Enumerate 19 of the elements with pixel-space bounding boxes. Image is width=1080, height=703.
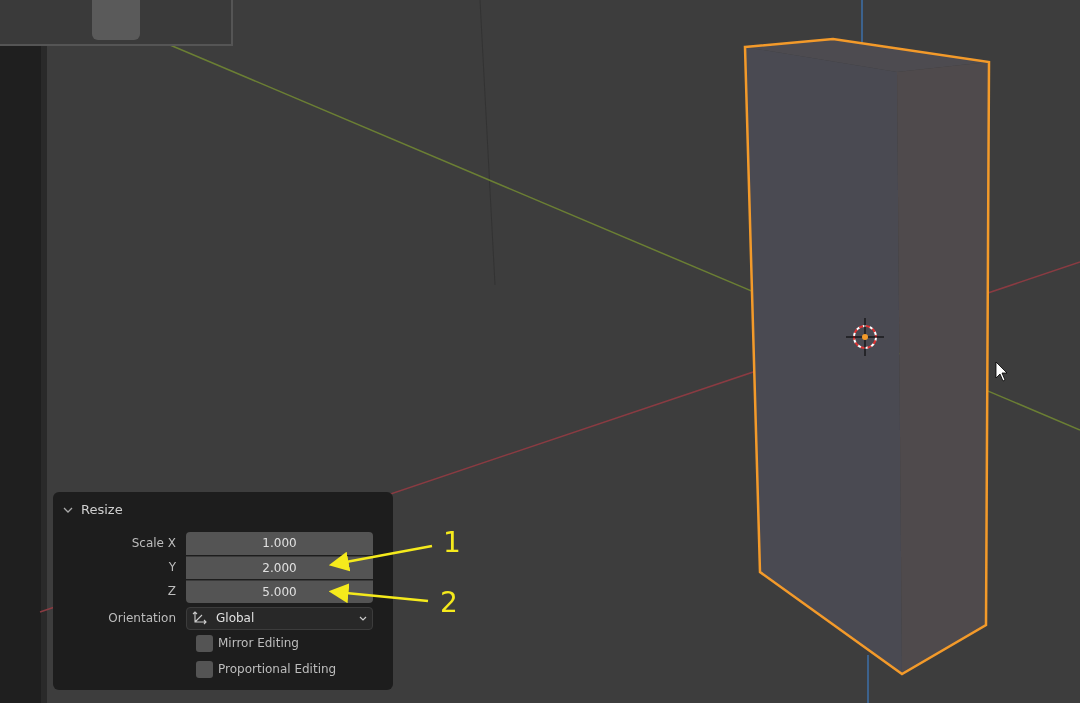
number-field[interactable]: 2.000 (186, 555, 373, 579)
annotation-number: 1 (443, 526, 461, 559)
field-label: Y (167, 559, 177, 576)
axes-icon (192, 611, 208, 625)
dropdown-value: Global (216, 610, 256, 627)
number-field[interactable]: 1.000 (186, 531, 373, 555)
checkbox-label: Proportional Editing (218, 661, 337, 678)
checkbox-label: Mirror Editing (218, 635, 299, 652)
checkbox[interactable] (196, 660, 213, 678)
field-label: Scale X (130, 535, 177, 552)
orientation-dropdown[interactable]: Global (186, 606, 373, 630)
number-field[interactable]: 5.000 (186, 579, 373, 603)
annotation-number: 2 (440, 586, 458, 619)
field-label: Z (166, 583, 177, 600)
caret-icon (359, 615, 367, 621)
panel-title: Resize (81, 501, 123, 520)
checkbox[interactable] (196, 634, 213, 652)
field-label: Orientation (107, 610, 177, 627)
panel-header[interactable]: Resize (53, 492, 393, 520)
